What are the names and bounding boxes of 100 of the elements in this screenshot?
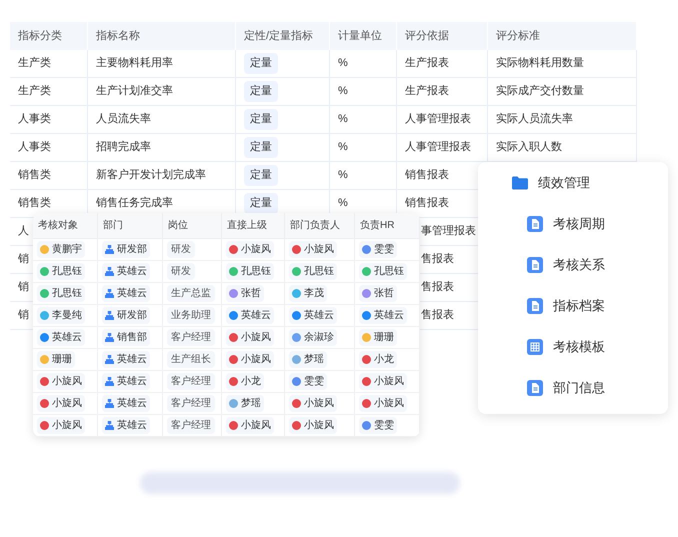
type-tag: 定量 xyxy=(244,109,278,130)
department-tag: 英雄云 xyxy=(102,395,150,412)
person-tag: 小旋风 xyxy=(226,417,274,434)
table-cell-text: 实际入职人数 xyxy=(496,140,562,156)
person-tag: 梦瑶 xyxy=(289,351,327,368)
table-cell-text: 售报表 xyxy=(421,252,454,268)
menu-item[interactable]: 指标档案 xyxy=(553,296,605,316)
person-tag: 小旋风 xyxy=(226,351,274,368)
table-cell-text: 售报表 xyxy=(421,308,454,324)
person-tag: 孔思钰 xyxy=(226,263,274,280)
person-tag: 李曼纯 xyxy=(37,307,85,324)
table-cell-text: 实际物料耗用数量 xyxy=(496,56,584,72)
column-header: 定性/定量指标 xyxy=(236,22,330,50)
table-cell-text: 新客户开发计划完成率 xyxy=(96,168,206,184)
department-tag: 英雄云 xyxy=(102,417,150,434)
org-chart-icon xyxy=(105,333,114,342)
person-tag: 英雄云 xyxy=(359,307,407,324)
position-tag: 生产组长 xyxy=(167,351,215,368)
grid-icon xyxy=(527,339,543,355)
column-header: 指标分类 xyxy=(10,22,88,50)
person-tag: 小龙 xyxy=(226,373,264,390)
department-tag: 英雄云 xyxy=(102,373,150,390)
table-cell-text: 人事管理报表 xyxy=(405,112,471,128)
person-tag: 小旋风 xyxy=(37,373,85,390)
org-chart-icon xyxy=(105,377,114,386)
department-tag: 英雄云 xyxy=(102,351,150,368)
table-cell-text: 生产报表 xyxy=(405,56,449,72)
person-tag: 小旋风 xyxy=(226,241,274,258)
person-tag: 珊珊 xyxy=(37,351,75,368)
person-tag: 小旋风 xyxy=(289,417,337,434)
person-tag: 小旋风 xyxy=(289,395,337,412)
table-cell-text: 销售报表 xyxy=(405,168,449,184)
menu-item[interactable]: 部门信息 xyxy=(553,378,605,398)
table-cell-text: 生产计划准交率 xyxy=(96,84,173,100)
column-header: 评分标准 xyxy=(488,22,637,50)
position-tag: 研发 xyxy=(167,241,195,258)
table-cell-text: 销售类 xyxy=(18,168,51,184)
person-tag: 英雄云 xyxy=(226,307,274,324)
document-icon xyxy=(527,257,543,273)
menu-item[interactable]: 考核关系 xyxy=(553,255,605,275)
position-tag: 客户经理 xyxy=(167,373,215,390)
department-tag: 研发部 xyxy=(102,241,150,258)
person-tag: 梦瑶 xyxy=(226,395,264,412)
type-tag: 定量 xyxy=(244,81,278,102)
person-tag: 雯雯 xyxy=(289,373,327,390)
position-tag: 客户经理 xyxy=(167,417,215,434)
type-tag: 定量 xyxy=(244,137,278,158)
table-cell-text: 销售类 xyxy=(18,196,51,212)
table-cell-text: 生产类 xyxy=(18,56,51,72)
person-tag: 小旋风 xyxy=(226,329,274,346)
folder-icon xyxy=(512,176,528,190)
table-cell-text: 人事管理报表 xyxy=(405,140,471,156)
table-cell-text: 招聘完成率 xyxy=(96,140,151,156)
person-tag: 孔思钰 xyxy=(37,285,85,302)
person-tag: 小龙 xyxy=(359,351,397,368)
table-cell-text: 销 xyxy=(18,308,29,324)
department-tag: 研发部 xyxy=(102,307,150,324)
department-tag: 销售部 xyxy=(102,329,150,346)
column-header: 计量单位 xyxy=(330,22,397,50)
position-tag: 业务助理 xyxy=(167,307,215,324)
table-cell-text: 销售任务完成率 xyxy=(96,196,173,212)
table-cell-text: 人 xyxy=(18,224,29,240)
column-header: 负责HR xyxy=(360,218,394,233)
table-cell-text: % xyxy=(338,112,348,128)
department-tag: 英雄云 xyxy=(102,263,150,280)
table-cell-text: % xyxy=(338,196,348,212)
person-tag: 雯雯 xyxy=(359,417,397,434)
table-cell-text: 售报表 xyxy=(421,280,454,296)
document-icon xyxy=(527,216,543,232)
org-chart-icon xyxy=(105,289,114,298)
type-tag: 定量 xyxy=(244,193,278,214)
person-tag: 小旋风 xyxy=(289,241,337,258)
table-cell-text: 实际人员流失率 xyxy=(496,112,573,128)
person-tag: 雯雯 xyxy=(359,241,397,258)
org-chart-icon xyxy=(105,245,114,254)
person-tag: 孔思钰 xyxy=(37,263,85,280)
table-cell-text: 人员流失率 xyxy=(96,112,151,128)
person-tag: 黄鹏宇 xyxy=(37,241,85,258)
type-tag: 定量 xyxy=(244,165,278,186)
table-cell-text: % xyxy=(338,140,348,156)
table-cell-text: % xyxy=(338,84,348,100)
document-icon xyxy=(527,380,543,396)
table-cell-text: 销售报表 xyxy=(405,196,449,212)
org-chart-icon xyxy=(105,399,114,408)
table-cell-text: 主要物料耗用率 xyxy=(96,56,173,72)
person-tag: 孔思钰 xyxy=(359,263,407,280)
person-tag: 珊珊 xyxy=(359,329,397,346)
person-tag: 小旋风 xyxy=(37,395,85,412)
column-header: 部门负责人 xyxy=(290,218,340,233)
type-tag: 定量 xyxy=(244,53,278,74)
column-header: 考核对象 xyxy=(38,218,78,233)
menu-title[interactable]: 绩效管理 xyxy=(538,173,590,193)
table-cell-text: 销 xyxy=(18,252,29,268)
position-tag: 研发 xyxy=(167,263,195,280)
table-cell-text: 人事类 xyxy=(18,112,51,128)
menu-item[interactable]: 考核周期 xyxy=(553,214,605,234)
table-cell-text: % xyxy=(338,56,348,72)
menu-item[interactable]: 考核模板 xyxy=(553,337,605,357)
table-cell-text: 生产报表 xyxy=(405,84,449,100)
person-tag: 小旋风 xyxy=(37,417,85,434)
